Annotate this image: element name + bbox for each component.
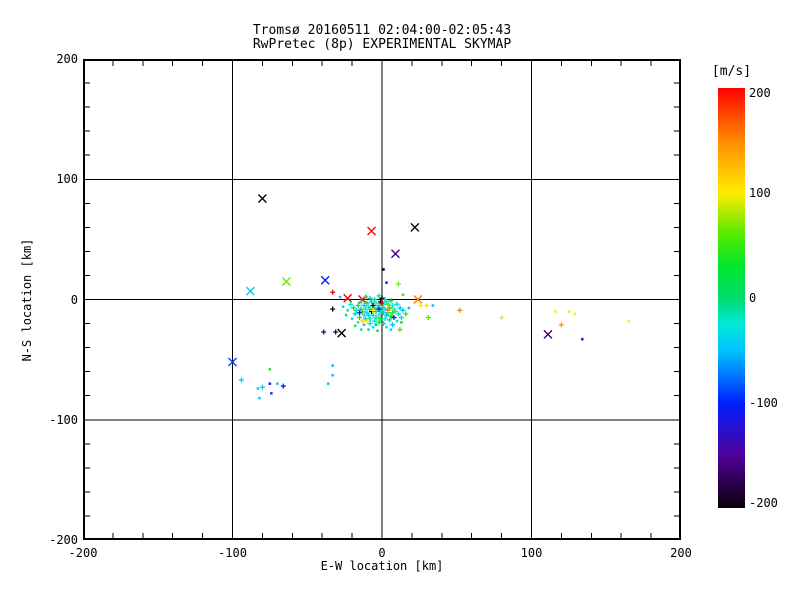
data-point <box>337 328 347 338</box>
data-point <box>554 310 557 313</box>
data-point <box>389 322 395 328</box>
data-point <box>374 323 378 327</box>
data-point <box>281 276 291 286</box>
data-point <box>259 384 265 390</box>
data-point <box>395 319 399 323</box>
data-point <box>331 364 334 367</box>
data-point <box>362 323 366 327</box>
data-point <box>357 315 363 321</box>
data-point <box>499 315 505 321</box>
data-point <box>390 249 400 259</box>
data-point <box>407 306 411 310</box>
data-point <box>268 367 272 371</box>
data-point <box>403 311 409 317</box>
plot-area <box>83 59 681 540</box>
x-axis-label: E-W location [km] <box>320 559 444 573</box>
colorbar-tick-label: 0 <box>749 291 757 305</box>
x-tick-label: -200 <box>68 546 98 560</box>
data-point <box>367 226 377 236</box>
data-point <box>343 293 353 303</box>
skymap-figure: Tromsø 20160511 02:04:00-02:05:43 RwPret… <box>0 0 800 600</box>
colorbar-unit-label: [m/s] <box>711 64 752 79</box>
data-point <box>400 307 406 313</box>
colorbar-tick-label: 100 <box>749 186 771 200</box>
data-point <box>418 303 424 309</box>
colorbar-gradient <box>718 88 745 508</box>
data-point <box>346 309 349 312</box>
data-point <box>359 328 363 331</box>
data-point <box>376 293 382 299</box>
y-tick-label: -100 <box>49 412 78 427</box>
data-point <box>425 315 431 321</box>
data-point <box>355 303 361 309</box>
chart-subtitle: RwPretec (8p) EXPERIMENTAL SKYMAP <box>252 37 512 52</box>
y-tick-label: 200 <box>56 52 78 66</box>
x-tick-label: -100 <box>218 546 247 560</box>
data-point <box>400 321 403 324</box>
data-point <box>573 312 577 316</box>
data-point <box>338 295 342 299</box>
data-point <box>385 281 388 284</box>
data-point <box>353 324 357 328</box>
y-tick-label: 100 <box>56 172 78 187</box>
data-point <box>238 377 244 383</box>
data-point <box>371 325 375 329</box>
data-point <box>543 329 553 339</box>
data-point <box>321 329 327 335</box>
colorbar-tick-label: -200 <box>749 496 778 510</box>
data-point <box>276 382 279 385</box>
data-point <box>410 222 420 232</box>
data-point <box>394 301 400 307</box>
plot-svg <box>83 59 681 540</box>
data-point <box>257 193 267 203</box>
data-point <box>344 313 348 317</box>
data-point <box>268 382 272 385</box>
data-point <box>385 325 388 329</box>
data-point <box>389 328 393 331</box>
data-point <box>351 305 357 311</box>
data-point <box>567 310 571 313</box>
data-point <box>360 318 366 324</box>
data-point <box>280 383 286 389</box>
data-point <box>331 374 334 377</box>
data-point <box>581 337 584 341</box>
data-point <box>388 298 394 304</box>
data-point <box>457 307 463 313</box>
x-tick-label: 200 <box>670 546 692 560</box>
x-tick-label: 0 <box>378 546 386 560</box>
x-tick-label: 100 <box>520 546 543 560</box>
data-point <box>245 286 255 296</box>
chart-title: Tromsø 20160511 02:04:00-02:05:43 <box>252 23 512 38</box>
data-point <box>256 387 260 390</box>
data-point <box>348 301 354 307</box>
data-point <box>356 321 360 324</box>
data-point <box>424 303 430 309</box>
data-point <box>320 275 330 285</box>
data-point <box>398 315 404 321</box>
data-point <box>558 322 564 328</box>
data-point <box>258 396 261 400</box>
data-point <box>270 392 273 395</box>
colorbar-tick-label: -100 <box>749 396 778 410</box>
data-point <box>341 305 345 308</box>
data-point <box>330 306 336 312</box>
data-point <box>395 311 401 317</box>
data-point <box>350 317 354 320</box>
data-point <box>397 305 403 311</box>
data-point <box>382 268 385 271</box>
y-tick-label: -200 <box>49 533 78 547</box>
data-point <box>397 327 403 333</box>
colorbar-tick-label: 200 <box>749 86 771 100</box>
data-point <box>395 281 401 287</box>
data-point <box>401 293 405 296</box>
data-point <box>627 319 630 323</box>
data-point <box>376 329 379 333</box>
data-point <box>367 321 373 327</box>
data-point <box>330 289 336 295</box>
data-point <box>326 382 330 385</box>
y-tick-label: 0 <box>70 292 78 307</box>
data-point <box>367 328 370 331</box>
data-point <box>431 304 435 307</box>
data-point <box>333 329 339 335</box>
